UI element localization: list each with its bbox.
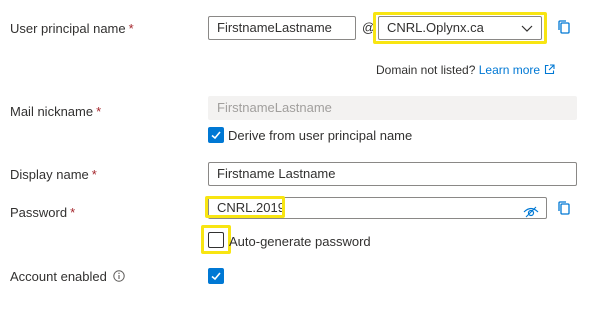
display-name-required-marker: * xyxy=(91,167,97,182)
upn-label-text: User principal name xyxy=(10,21,126,36)
domain-help: Domain not listed? Learn more xyxy=(376,63,555,77)
copy-password-icon[interactable] xyxy=(556,200,572,216)
password-required-marker: * xyxy=(70,205,76,220)
mail-nickname-label: Mail nickname * xyxy=(10,104,101,119)
domain-help-text: Domain not listed? xyxy=(376,63,476,77)
learn-more-label: Learn more xyxy=(478,63,541,77)
account-enabled-checkbox[interactable] xyxy=(208,268,224,284)
display-name-label-text: Display name xyxy=(10,167,89,182)
password-input[interactable]: CNRL.2019 xyxy=(208,197,547,219)
password-label: Password * xyxy=(10,205,75,220)
info-icon[interactable] xyxy=(113,270,125,282)
account-enabled-label-text: Account enabled xyxy=(10,269,107,284)
derive-checkbox[interactable] xyxy=(208,127,224,143)
upn-input[interactable]: FirstnameLastname xyxy=(208,16,356,40)
display-name-label: Display name * xyxy=(10,167,97,182)
upn-label: User principal name * xyxy=(10,21,134,36)
upn-required-marker: * xyxy=(128,21,134,36)
mail-nickname-required-marker: * xyxy=(96,104,102,119)
autogen-label: Auto-generate password xyxy=(229,234,371,249)
external-link-icon xyxy=(545,64,555,75)
password-label-text: Password xyxy=(10,205,68,220)
domain-dropdown-value: CNRL.Oplynx.ca xyxy=(387,20,484,35)
account-enabled-label: Account enabled xyxy=(10,269,125,284)
display-name-input[interactable]: Firstname Lastname xyxy=(208,162,577,186)
mail-nickname-input: FirstnameLastname xyxy=(208,96,577,120)
checkmark-icon xyxy=(211,272,221,281)
reveal-password-icon[interactable] xyxy=(523,205,539,219)
chevron-down-icon xyxy=(521,25,533,32)
copy-icon[interactable] xyxy=(556,19,572,35)
autogen-checkbox[interactable] xyxy=(208,232,224,248)
learn-more-link[interactable]: Learn more xyxy=(479,63,555,77)
checkmark-icon xyxy=(211,131,221,140)
password-value: CNRL.2019 xyxy=(217,200,285,215)
mail-nickname-label-text: Mail nickname xyxy=(10,104,94,119)
domain-dropdown[interactable]: CNRL.Oplynx.ca xyxy=(378,16,542,40)
at-symbol: @ xyxy=(362,20,376,35)
derive-label: Derive from user principal name xyxy=(228,128,413,143)
